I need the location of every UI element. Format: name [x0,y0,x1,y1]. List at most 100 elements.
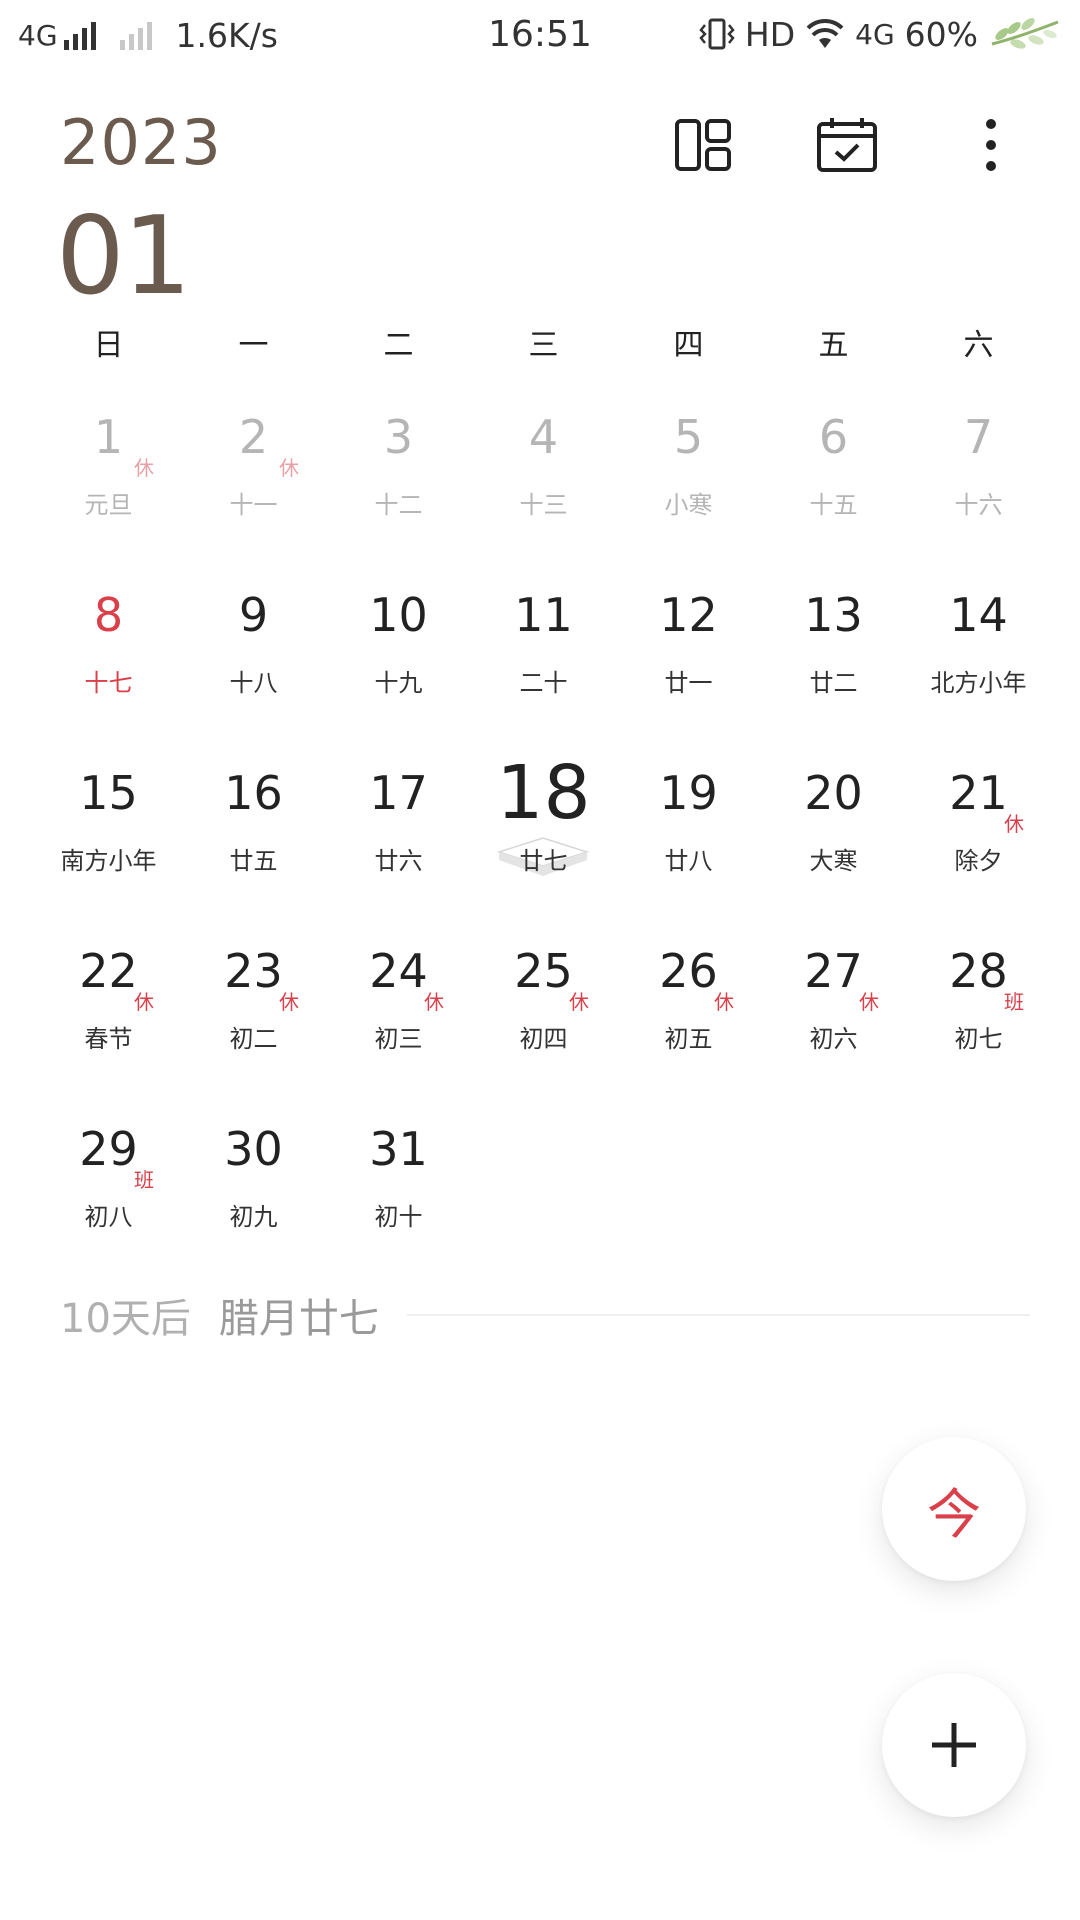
day-cell[interactable]: 7 十六 [906,380,1051,558]
day-cell[interactable]: 15 南方小年 [36,736,181,914]
day-tag: 休 [714,990,734,1014]
weekday-tue: 二 [383,328,414,363]
day-tag: 休 [279,990,299,1014]
day-cell[interactable]: 8 十七 [36,558,181,736]
network-type-2: 4G [855,17,895,51]
day-number: 8 [93,588,124,642]
day-number: 4 [528,410,559,464]
weekday-mon: 一 [238,328,269,363]
day-cell[interactable]: 26 休 初五 [616,914,761,1092]
lunar-date: 十九 [374,669,423,697]
day-number: 19 [659,766,718,820]
day-cell[interactable]: 2 休 十一 [181,380,326,558]
more-options-button[interactable] [956,110,1026,180]
selected-day-info: 10天后 腊月廿七 [60,1285,1030,1345]
day-number: 27 [804,944,863,998]
lunar-date: 廿二 [809,669,858,697]
lunar-date: 初八 [84,1203,133,1231]
weekday-wed: 三 [528,328,559,363]
month-label[interactable]: 01 [56,194,191,319]
day-cell[interactable]: 13 廿二 [761,558,906,736]
day-number: 3 [383,410,414,464]
day-cell[interactable]: 16 廿五 [181,736,326,914]
leaf-battery-icon [991,18,1059,49]
lunar-date: 春节 [84,1025,133,1053]
day-cell[interactable]: 11 二十 [471,558,616,736]
calendar-check-icon [817,118,877,172]
day-number: 5 [673,410,704,464]
day-tag: 休 [134,990,154,1014]
day-cell[interactable]: 19 廿八 [616,736,761,914]
day-cell[interactable]: 25 休 初四 [471,914,616,1092]
day-cell[interactable]: 28 班 初七 [906,914,1051,1092]
day-cell[interactable]: 12 廿一 [616,558,761,736]
day-cell[interactable]: 23 休 初二 [181,914,326,1092]
day-cell[interactable]: 17 廿六 [326,736,471,914]
day-cell[interactable]: 31 初十 [326,1092,471,1270]
lunar-date: 初三 [374,1025,423,1053]
day-number: 11 [514,588,573,642]
day-cell[interactable]: 5 小寒 [616,380,761,558]
weekday-fri: 五 [818,328,849,363]
lunar-date: 小寒 [664,491,713,519]
day-number: 30 [224,1122,283,1176]
calendar-header: 2023 01 [0,100,1080,320]
day-number: 29 [79,1122,138,1176]
day-number: 28 [949,944,1008,998]
day-cell[interactable]: 24 休 初三 [326,914,471,1092]
day-number: 25 [514,944,573,998]
day-tag: 休 [859,990,879,1014]
day-number: 12 [659,588,718,642]
lunar-date: 初五 [664,1025,713,1053]
day-number: 9 [238,588,269,642]
day-number: 23 [224,944,283,998]
day-tag: 休 [1004,812,1024,836]
day-tag: 班 [1004,990,1024,1014]
day-tag: 休 [279,456,299,480]
lunar-date: 初二 [229,1025,278,1053]
day-cell[interactable]: 6 十五 [761,380,906,558]
day-tag: 休 [424,990,444,1014]
day-number: 24 [369,944,428,998]
lunar-date: 北方小年 [930,669,1027,697]
lunar-date: 十六 [954,491,1003,519]
day-cell[interactable]: 30 初九 [181,1092,326,1270]
day-cell[interactable]: 27 休 初六 [761,914,906,1092]
lunar-date: 大寒 [809,847,858,875]
lunar-date: 除夕 [954,847,1003,875]
days-until-label: 10天后 [60,1296,191,1342]
hd-indicator: HD [744,14,796,54]
day-cell-today[interactable]: 18 廿七 [471,736,616,914]
day-cell[interactable]: 1 休 元旦 [36,380,181,558]
day-number: 15 [79,766,138,820]
day-tag: 休 [569,990,589,1014]
day-cell[interactable]: 4 十三 [471,380,616,558]
lunar-date: 十一 [229,491,278,519]
jump-to-date-button[interactable] [812,110,882,180]
year-label[interactable]: 2023 [60,106,222,179]
weekday-thu: 四 [673,328,704,363]
day-cell[interactable]: 22 休 春节 [36,914,181,1092]
weekday-sat: 六 [963,328,994,363]
day-cell[interactable]: 21 休 除夕 [906,736,1051,914]
add-event-button[interactable] [882,1673,1026,1817]
back-to-today-button[interactable]: 今 [882,1437,1026,1581]
day-tag: 休 [134,456,154,480]
lunar-date: 十七 [84,669,133,697]
day-number: 22 [79,944,138,998]
day-cell[interactable]: 3 十二 [326,380,471,558]
day-cell[interactable]: 9 十八 [181,558,326,736]
day-cell[interactable]: 14 北方小年 [906,558,1051,736]
day-number: 16 [224,766,283,820]
day-cell[interactable]: 29 班 初八 [36,1092,181,1270]
day-number: 26 [659,944,718,998]
lunar-date: 十八 [229,669,278,697]
layout-button[interactable] [668,110,738,180]
lunar-date: 十三 [519,491,568,519]
plus-icon [932,1723,976,1767]
today-label: 今 [927,1482,981,1546]
lunar-date: 廿八 [664,847,713,875]
day-cell[interactable]: 20 大寒 [761,736,906,914]
day-number: 6 [818,410,849,464]
day-cell[interactable]: 10 十九 [326,558,471,736]
